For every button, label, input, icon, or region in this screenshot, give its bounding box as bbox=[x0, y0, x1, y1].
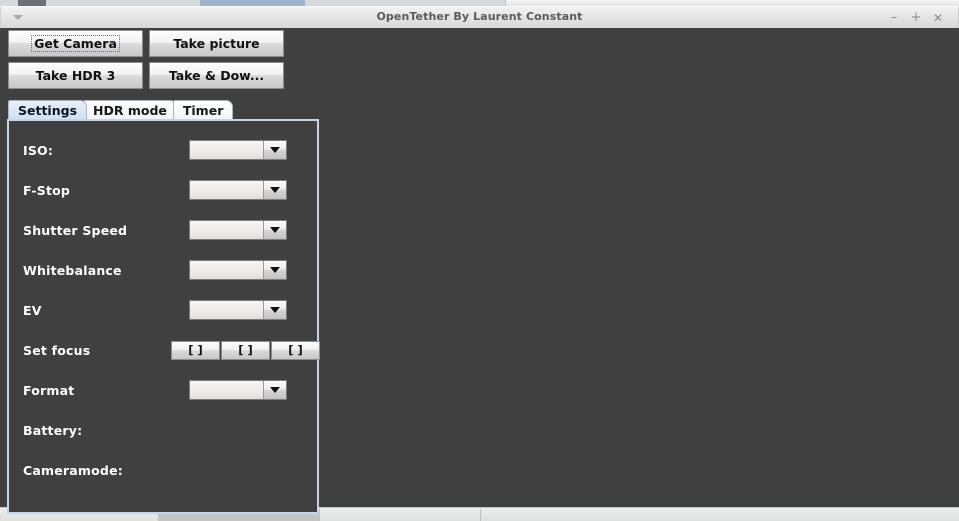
iso-combobox[interactable] bbox=[189, 140, 287, 160]
action-toolbar: Get Camera Take picture Take HDR 3 Take … bbox=[8, 30, 294, 94]
ev-combobox[interactable] bbox=[189, 300, 287, 320]
field-row-set-focus: Set focus [ ] [ ] [ ] bbox=[9, 339, 320, 361]
f-stop-combobox-toggle[interactable] bbox=[264, 181, 286, 199]
tab-settings-label: Settings bbox=[18, 102, 78, 118]
iso-label: ISO: bbox=[23, 142, 54, 158]
set-focus-button-group: [ ] [ ] [ ] bbox=[171, 340, 320, 360]
format-label: Format bbox=[23, 382, 75, 398]
take-picture-button[interactable]: Take picture bbox=[149, 30, 284, 57]
field-row-fstop: F-Stop bbox=[9, 179, 317, 201]
tab-timer[interactable]: Timer bbox=[172, 100, 234, 119]
taskbar-item[interactable] bbox=[320, 509, 481, 521]
get-camera-button[interactable]: Get Camera bbox=[8, 30, 143, 57]
minimize-button[interactable]: – bbox=[887, 11, 901, 25]
shutter-speed-combobox-toggle[interactable] bbox=[264, 221, 286, 239]
tab-settings[interactable]: Settings bbox=[8, 100, 88, 119]
f-stop-combobox[interactable] bbox=[189, 180, 287, 200]
f-stop-label: F-Stop bbox=[23, 182, 71, 198]
ev-combobox-value[interactable] bbox=[190, 301, 264, 319]
chevron-down-icon bbox=[270, 267, 280, 273]
tab-strip: Settings HDR mode Timer bbox=[8, 100, 234, 119]
take-hdr-button[interactable]: Take HDR 3 bbox=[8, 62, 143, 89]
iso-combobox-toggle[interactable] bbox=[264, 141, 286, 159]
chevron-down-icon bbox=[270, 387, 280, 393]
take-and-download-button[interactable]: Take & Dow... bbox=[149, 62, 284, 89]
shutter-speed-label: Shutter Speed bbox=[23, 222, 128, 238]
field-row-format: Format bbox=[9, 379, 317, 401]
chevron-down-icon bbox=[270, 307, 280, 313]
application-window: OpenTether By Laurent Constant – + ✕ Get… bbox=[0, 6, 959, 514]
ev-combobox-toggle[interactable] bbox=[264, 301, 286, 319]
whitebalance-combobox-toggle[interactable] bbox=[264, 261, 286, 279]
shutter-speed-combobox-value[interactable] bbox=[190, 221, 264, 239]
take-hdr-button-label: Take HDR 3 bbox=[35, 68, 116, 83]
whitebalance-combobox-value[interactable] bbox=[190, 261, 264, 279]
f-stop-combobox-value[interactable] bbox=[190, 181, 264, 199]
ev-label: EV bbox=[23, 302, 42, 318]
whitebalance-combobox[interactable] bbox=[189, 260, 287, 280]
chevron-down-icon bbox=[270, 227, 280, 233]
toolbar-row: Take HDR 3 Take & Dow... bbox=[8, 62, 294, 89]
tab-timer-label: Timer bbox=[182, 102, 224, 118]
tab-hdr-mode-label: HDR mode bbox=[93, 102, 167, 118]
get-camera-button-label: Get Camera bbox=[31, 35, 120, 52]
format-combobox[interactable] bbox=[189, 380, 287, 400]
chevron-down-icon bbox=[270, 147, 280, 153]
field-row-battery: Battery: bbox=[9, 419, 317, 441]
field-row-whitebalance: Whitebalance bbox=[9, 259, 317, 281]
format-combobox-value[interactable] bbox=[190, 381, 264, 399]
iso-combobox-value[interactable] bbox=[190, 141, 264, 159]
field-row-shutter-speed: Shutter Speed bbox=[9, 219, 317, 241]
battery-label: Battery: bbox=[23, 422, 83, 438]
toolbar-row: Get Camera Take picture bbox=[8, 30, 294, 57]
set-focus-label: Set focus bbox=[23, 342, 91, 358]
take-picture-button-label: Take picture bbox=[173, 36, 260, 51]
tab-hdr-mode[interactable]: HDR mode bbox=[83, 100, 177, 119]
field-row-iso: ISO: bbox=[9, 139, 317, 161]
field-row-cameramode: Cameramode: bbox=[9, 459, 317, 481]
set-focus-button-2[interactable]: [ ] bbox=[221, 340, 270, 360]
maximize-button[interactable]: + bbox=[909, 11, 923, 25]
field-row-ev: EV bbox=[9, 299, 317, 321]
title-bar[interactable]: OpenTether By Laurent Constant – + ✕ bbox=[0, 6, 959, 28]
set-focus-button-3[interactable]: [ ] bbox=[271, 340, 320, 360]
cameramode-label: Cameramode: bbox=[23, 462, 123, 478]
settings-panel: ISO: F-Stop Shutter Speed Whitebalance E… bbox=[7, 119, 320, 514]
window-title: OpenTether By Laurent Constant bbox=[376, 10, 583, 23]
take-and-download-button-label: Take & Dow... bbox=[168, 68, 265, 83]
whitebalance-label: Whitebalance bbox=[23, 262, 122, 278]
close-button[interactable]: ✕ bbox=[931, 11, 945, 25]
chevron-down-icon bbox=[270, 187, 280, 193]
format-combobox-toggle[interactable] bbox=[264, 381, 286, 399]
set-focus-button-1[interactable]: [ ] bbox=[171, 340, 220, 360]
shutter-speed-combobox[interactable] bbox=[189, 220, 287, 240]
